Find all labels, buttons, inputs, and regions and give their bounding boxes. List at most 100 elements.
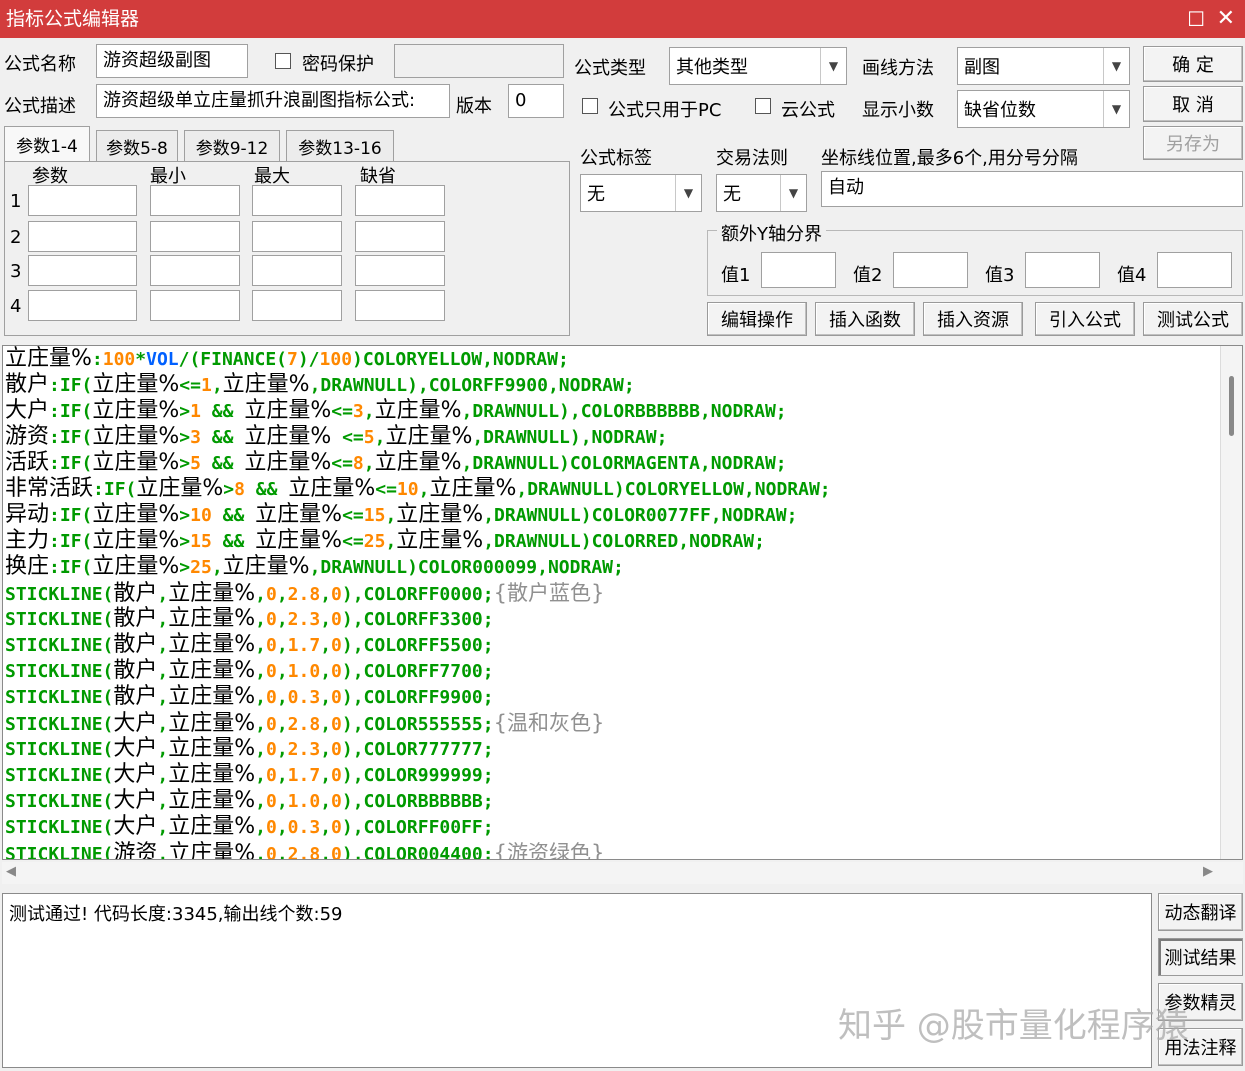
code-token: 25 [190,557,212,578]
type-select-value: 其他类型 [676,57,748,78]
pc-only-checkbox[interactable] [582,98,598,114]
code-token: 10 [396,479,419,500]
horizontal-scrollbar[interactable]: ◀ ▶ [2,862,1243,884]
scroll-left-icon[interactable]: ◀ [6,864,16,879]
code-line[interactable]: STICKLINE(大户,立庄量%,0,1.7,0),COLOR999999; [5,762,1216,788]
edit-ops-button[interactable]: 编辑操作 [707,302,807,336]
param-default-input[interactable] [355,290,445,321]
scrollbar-thumb[interactable] [1229,376,1234,436]
code-token: 1 [190,401,201,422]
code-line[interactable]: STICKLINE(散户,立庄量%,0,1.7,0),COLORFF5500; [5,632,1216,658]
y-value-1-input[interactable] [761,252,836,288]
param-min-input[interactable] [150,255,240,286]
code-token: 立庄量% [168,762,256,787]
y-value-4-input[interactable] [1157,252,1232,288]
code-line[interactable]: STICKLINE(大户,立庄量%,0,2.8,0),COLOR555555;{… [5,710,1216,736]
y-value-3-input[interactable] [1025,252,1100,288]
dynamic-translate-button[interactable]: 动态翻译 [1158,893,1243,931]
maximize-icon[interactable]: ☐ [1187,0,1205,38]
code-line[interactable]: 主力:IF(立庄量%>15 && 立庄量%<=25,立庄量%,DRAWNULL)… [5,528,1216,554]
code-token: 散户 [113,684,158,709]
insert-resource-button[interactable]: 插入资源 [923,302,1023,336]
tab-params-1-4[interactable]: 参数1-4 [4,126,90,162]
tab-params-9-12[interactable]: 参数9-12 [184,130,280,162]
param-max-input[interactable] [252,221,342,252]
code-line[interactable]: STICKLINE(散户,立庄量%,0,1.0,0),COLORFF7700; [5,658,1216,684]
code-token: ),COLORFF9900; [341,687,494,708]
param-default-input[interactable] [355,221,445,252]
code-line[interactable]: STICKLINE(大户,立庄量%,0,1.0,0),COLORBBBBBB; [5,788,1216,814]
ok-button[interactable]: 确 定 [1143,46,1243,82]
param-min-input[interactable] [150,221,240,252]
code-line[interactable]: 立庄量%:100*VOL/(FINANCE(7)/100)COLORYELLOW… [5,346,1216,372]
code-line[interactable]: 换庄:IF(立庄量%>25,立庄量%,DRAWNULL)COLOR000099,… [5,554,1216,580]
param-max-input[interactable] [252,255,342,286]
formula-name-input[interactable]: 游资超级副图 [96,44,248,78]
code-token: STICKLINE( [5,609,114,630]
code-line[interactable]: STICKLINE(大户,立庄量%,0,0.3,0),COLORFF00FF; [5,814,1216,840]
tab-params-13-16[interactable]: 参数13-16 [286,130,394,162]
version-input[interactable]: 0 [508,84,564,118]
code-line[interactable]: STICKLINE(散户,立庄量%,0,2.3,0),COLORFF3300; [5,606,1216,632]
code-token: 立庄量% [168,632,256,657]
code-line[interactable]: 散户:IF(立庄量%<=1,立庄量%,DRAWNULL),COLORFF9900… [5,372,1216,398]
code-editor[interactable]: 立庄量%:100*VOL/(FINANCE(7)/100)COLORYELLOW… [2,345,1243,860]
cancel-button[interactable]: 取 消 [1143,86,1243,122]
code-token: 8 [352,453,364,474]
param-min-input[interactable] [150,290,240,321]
code-token: , [157,765,169,786]
code-line[interactable]: STICKLINE(散户,立庄量%,0,2.8,0),COLORFF0000;{… [5,580,1216,606]
code-token: 大户 [113,711,158,736]
param-name-input[interactable] [28,290,137,321]
insert-function-button[interactable]: 插入函数 [815,302,915,336]
code-line[interactable]: STICKLINE(游资,立庄量%,0,2.8,0),COLOR004400;{… [5,840,1216,860]
type-select[interactable]: 其他类型 ▼ [669,47,847,85]
code-token: {温和灰色} [493,711,605,735]
param-max-input[interactable] [252,290,342,321]
test-result-button[interactable]: 测试结果 [1158,938,1243,976]
tab-params-5-8[interactable]: 参数5-8 [96,130,178,162]
code-token: 立庄量% [374,450,462,475]
y-value-2-input[interactable] [893,252,968,288]
description-input[interactable]: 游资超级单立庄量抓升浪副图指标公式: [96,84,450,118]
param-name-input[interactable] [28,185,137,216]
param-max-input[interactable] [252,185,342,216]
code-line[interactable]: 大户:IF(立庄量%>1 && 立庄量%<=3,立庄量%,DRAWNULL),C… [5,398,1216,424]
scroll-right-icon[interactable]: ▶ [1203,864,1213,879]
draw-method-select[interactable]: 副图 ▼ [957,47,1130,85]
code-token: 15 [363,505,386,526]
password-input[interactable] [394,44,564,78]
decimals-select[interactable]: 缺省位数 ▼ [957,90,1130,128]
code-token: 立庄量% [222,372,310,397]
password-checkbox[interactable] [275,53,291,69]
param-min-input[interactable] [150,185,240,216]
code-line[interactable]: 活跃:IF(立庄量%>5 && 立庄量%<=8,立庄量%,DRAWNULL)CO… [5,450,1216,476]
code-token: 立庄量% [92,398,180,423]
param-name-input[interactable] [28,255,137,286]
code-line[interactable]: STICKLINE(散户,立庄量%,0,0.3,0),COLORFF9900; [5,684,1216,710]
code-token: 0 [265,844,277,860]
code-token: && [200,427,245,448]
code-line[interactable]: 非常活跃:IF(立庄量%>8 && 立庄量%<=10,立庄量%,DRAWNULL… [5,476,1216,502]
vertical-scrollbar[interactable] [1220,346,1242,859]
code-line[interactable]: 游资:IF(立庄量%>3 && 立庄量% <=5,立庄量%,DRAWNULL),… [5,424,1216,450]
y-axis-group-title: 额外Y轴分界 [717,220,826,246]
code-text[interactable]: 立庄量%:100*VOL/(FINANCE(7)/100)COLORYELLOW… [5,346,1216,860]
test-formula-button[interactable]: 测试公式 [1143,302,1243,336]
close-icon[interactable]: ✕ [1217,0,1235,38]
trade-rule-select[interactable]: 无 ▼ [716,174,807,212]
param-name-input[interactable] [28,221,137,252]
param-default-input[interactable] [355,255,445,286]
param-default-input[interactable] [355,185,445,216]
code-token: 立庄量% [244,398,332,423]
code-line[interactable]: 异动:IF(立庄量%>10 && 立庄量%<=15,立庄量%,DRAWNULL)… [5,502,1216,528]
tag-select[interactable]: 无 ▼ [580,174,702,212]
code-token: , [255,791,266,812]
axis-position-input[interactable]: 自动 [821,171,1243,207]
code-token: , [255,844,266,860]
cloud-checkbox[interactable] [755,98,771,114]
code-token: 散户 [113,632,158,657]
code-line[interactable]: STICKLINE(大户,立庄量%,0,2.3,0),COLOR777777; [5,736,1216,762]
save-as-button[interactable]: 另存为 [1143,126,1243,160]
import-formula-button[interactable]: 引入公式 [1035,302,1135,336]
